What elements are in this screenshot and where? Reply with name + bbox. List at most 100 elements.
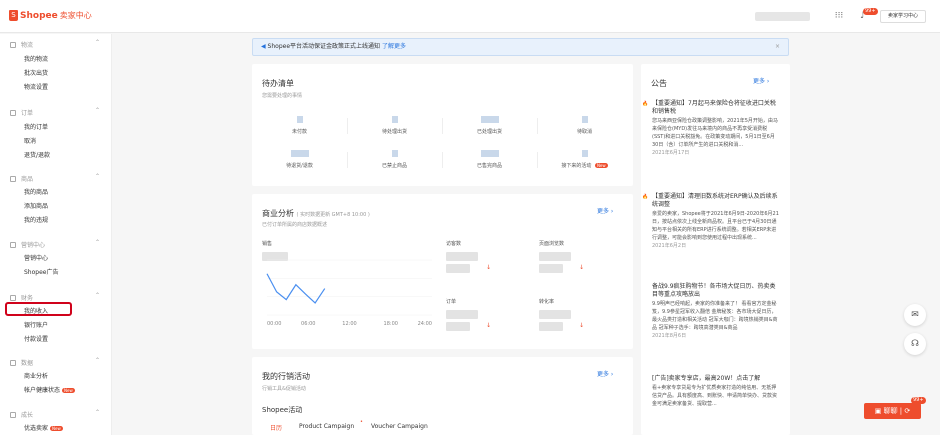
sidebar-section-orders[interactable]: 订单 [10, 108, 33, 117]
chat-badge: 99+ [911, 397, 926, 404]
account-name-blurred[interactable] [755, 12, 810, 21]
marketing-more-link[interactable]: 更多 › [597, 369, 613, 378]
wallet-icon [10, 294, 16, 301]
sidebar-item[interactable]: 我的违规 [24, 215, 48, 224]
seller-learning-center-button[interactable]: 卖家学习中心 [880, 10, 926, 23]
sidebar-item[interactable]: 退货/退款 [24, 150, 50, 159]
todo-cell[interactable]: 接下来的活动 New [537, 150, 632, 169]
blurred-metric [539, 322, 563, 331]
brand-sub: 卖家中心 [59, 11, 92, 20]
sidebar-section-data[interactable]: 数据 [10, 358, 33, 367]
chat-bubble-icon: ▣ [874, 407, 882, 415]
analysis-title: 商业分析 ( 实时数据更新 GMT+8 10:00 ) [262, 209, 370, 218]
todo-cell[interactable]: 已售完商品 [442, 150, 537, 169]
headset-icon[interactable]: ☊ [904, 333, 926, 355]
todo-card: 待办清单 您需要处理的事情 未付款 待处理出货 已处理出货 待取消 待退货/退款… [252, 64, 633, 186]
close-icon[interactable]: × [775, 39, 780, 55]
chevron-up-icon[interactable]: ⌃ [95, 239, 100, 246]
todo-cell[interactable]: 待退货/退款 [252, 150, 347, 169]
blurred-metric [446, 322, 470, 331]
chevron-up-icon[interactable]: ⌃ [95, 357, 100, 364]
mail-icon[interactable]: ✉ [904, 304, 926, 326]
announcement-title: 公告 [651, 79, 667, 88]
tab-voucher-campaign[interactable]: Voucher Campaign [371, 423, 428, 430]
chevron-up-icon[interactable]: ⌃ [95, 39, 100, 46]
sidebar-item[interactable]: 优选卖家 New [24, 423, 63, 432]
sidebar-section-logistics[interactable]: 物流 [10, 40, 33, 49]
todo-cell[interactable]: 已禁止商品 [347, 150, 442, 169]
sidebar-section-growth[interactable]: 成长 [10, 410, 33, 419]
blurred-count [581, 116, 588, 123]
box-icon [10, 175, 16, 182]
sidebar-section-products[interactable]: 商品 [10, 174, 33, 183]
sidebar-item[interactable]: 取消 [24, 136, 36, 145]
todo-cell[interactable]: 待取消 [537, 116, 632, 135]
metric-label: 访客数 [446, 241, 462, 247]
down-arrow-icon: ↓ [579, 264, 585, 271]
fire-icon: 🔥 [642, 194, 649, 200]
business-analysis-card: 商业分析 ( 实时数据更新 GMT+8 10:00 ) 已付订单所属的商店数据概… [252, 194, 633, 349]
todo-cell[interactable]: 待处理出货 [347, 116, 442, 135]
sidebar-item[interactable]: 我的订单 [24, 122, 48, 131]
down-arrow-icon: ↓ [486, 322, 492, 329]
sidebar-item[interactable]: Shopee广告 [24, 267, 58, 276]
metric-label: 页面浏览数 [539, 241, 565, 247]
sidebar-item[interactable]: 商业分析 [24, 371, 48, 380]
shopee-campaigns-heading: Shopee活动 [262, 406, 303, 414]
new-tag: New [594, 163, 608, 168]
sidebar-item[interactable]: 营销中心 [24, 253, 48, 262]
blurred-count [391, 116, 398, 123]
fire-icon: 🔥 [642, 101, 649, 107]
announcement-more-link[interactable]: 更多 › [753, 76, 769, 85]
analysis-more-link[interactable]: 更多 › [597, 206, 613, 215]
chevron-up-icon[interactable]: ⌃ [95, 107, 100, 114]
sidebar-item[interactable]: 我的物流 [24, 54, 48, 63]
sidebar-item-account-health[interactable]: 帐户健康状态 New [24, 385, 75, 394]
sales-line-chart: 00:00 06:00 12:00 18:00 24:00 [266, 259, 432, 327]
shopee-logo[interactable]: S Shopee 卖家中心 [9, 10, 92, 21]
sidebar-item[interactable]: 我的商品 [24, 187, 48, 196]
marketing-card: 我的行销活动 行销工具&促销活动 更多 › Shopee活动 日历 Produc… [252, 357, 633, 435]
marketing-subtitle: 行销工具&促销活动 [262, 386, 306, 392]
blurred-metric [446, 252, 478, 261]
todo-cell[interactable]: 已处理出货 [442, 116, 537, 135]
announcement-item[interactable]: 备战9.9疯狂购物节！各市场大促日历、热卖类目等重点攻略放出 9.9明声已经响起… [652, 283, 780, 340]
sidebar-section-finance[interactable]: 财务 [10, 293, 33, 302]
x-tick-label: 06:00 [301, 321, 315, 327]
sidebar-section-marketing[interactable]: 营销中心 [10, 240, 45, 249]
sidebar: 物流 ⌃ 我的物流 批次出货 物流设置 订单 ⌃ 我的订单 取消 退货/退款 商… [0, 34, 112, 435]
order-icon [10, 109, 16, 116]
sidebar-item[interactable]: 银行账户 [24, 320, 48, 329]
notice-text: Shopee平台活动保证金政策正式上线通知 [267, 43, 381, 50]
brand-name: Shopee [20, 10, 58, 21]
announcement-banner: ◀ Shopee平台活动保证金政策正式上线通知 了解更多 × [252, 38, 789, 56]
speaker-icon: ◀ [261, 43, 266, 50]
chevron-up-icon[interactable]: ⌃ [95, 173, 100, 180]
sidebar-item[interactable]: 批次出货 [24, 68, 48, 77]
x-tick-label: 18:00 [384, 321, 398, 327]
sidebar-item[interactable]: 物流设置 [24, 82, 48, 91]
announcement-item[interactable]: [广告]卖家专享店，最高20W！点击了解 看+卖家专享贷是专为扩优质卖家打造的纯… [652, 375, 780, 408]
chat-button[interactable]: ▣ 聊聊 | ⟳ [864, 403, 921, 419]
sidebar-item[interactable]: 添加商品 [24, 201, 48, 210]
sidebar-item[interactable]: 付款设置 [24, 334, 48, 343]
blurred-metric [446, 310, 478, 319]
marketing-title: 我的行销活动 [262, 372, 310, 381]
tag-icon [10, 241, 16, 248]
blurred-count [391, 150, 398, 157]
blurred-count [480, 150, 499, 157]
metric-label: 订单 [446, 299, 457, 305]
tab-product-campaign[interactable]: Product Campaign [299, 423, 354, 430]
chevron-up-icon[interactable]: ⌃ [95, 409, 100, 416]
sales-label: 销售 [262, 241, 273, 247]
blurred-metric [539, 252, 571, 261]
announcement-item[interactable]: 🔥 【重要通知】7月起马来保险仓将征收进口关税和销售税 您马来西亚保险仓政策调整… [642, 100, 780, 157]
new-tag: New [50, 426, 63, 431]
chevron-up-icon[interactable]: ⌃ [95, 292, 100, 299]
todo-cell[interactable]: 未付款 [252, 116, 347, 135]
announcement-item[interactable]: 🔥 【重要通知】清理旧数系统对ERP确认及后续系统调整 亲爱的卖家，Shopee… [642, 193, 780, 250]
tab-calendar[interactable]: 日历 [270, 423, 282, 432]
learn-more-link[interactable]: 了解更多 [382, 43, 406, 50]
apps-grid-icon[interactable]: ⁝⁝⁝ [834, 11, 844, 21]
metric-label: 转化率 [539, 299, 555, 305]
